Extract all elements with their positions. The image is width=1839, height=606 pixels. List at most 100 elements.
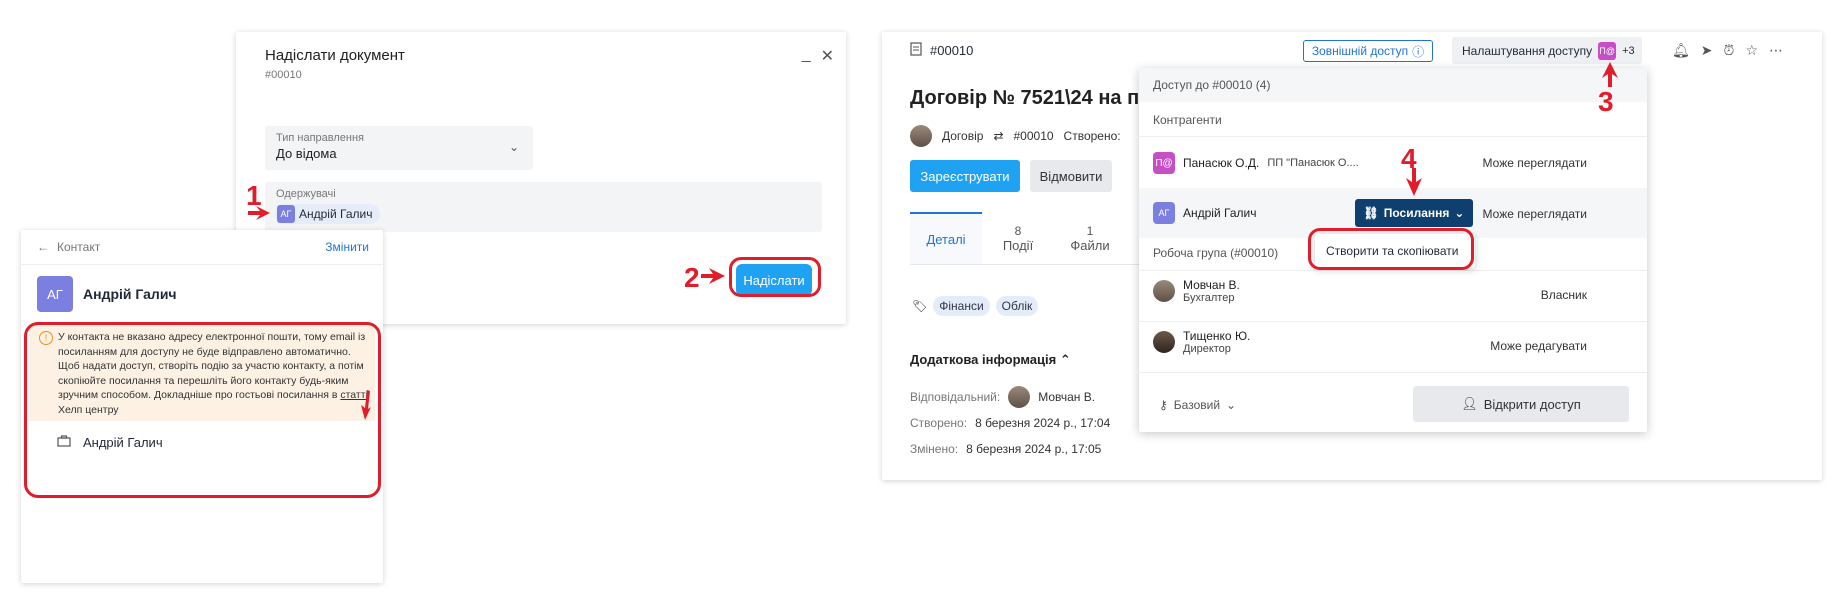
header-actions: 🔔︎ ➤ ⏰︎ ☆ ⋯ <box>1672 42 1783 59</box>
key-icon: ⚷ <box>1159 398 1168 412</box>
divider <box>1139 270 1647 271</box>
dialog-window-controls: _ ✕ <box>802 46 834 66</box>
link-button-label: Посилання <box>1383 206 1450 220</box>
warning-highlight <box>24 322 381 498</box>
member-avatar <box>1153 280 1175 302</box>
member-permission[interactable]: Власник <box>1541 288 1587 302</box>
modified-label: Змінено: <box>910 442 959 456</box>
doc-number: #00010 <box>930 43 974 58</box>
link-button[interactable]: ⛓︎ Посилання ⌄ <box>1355 199 1473 227</box>
contractors-section-title: Контрагенти <box>1153 113 1222 127</box>
send-button-highlight <box>729 257 821 297</box>
marker-4-arrow <box>1406 168 1422 196</box>
tab-label: Деталі <box>926 231 966 247</box>
contact-back-label: Контакт <box>57 240 101 254</box>
access-settings-label: Налаштування доступу <box>1462 43 1593 58</box>
modified-row: Змінено: 8 березня 2024 р., 17:05 <box>910 442 1101 456</box>
external-access-label: Зовнішній доступ <box>1311 44 1409 58</box>
register-button[interactable]: Зареєструвати <box>910 160 1020 192</box>
create-copy-highlight <box>1308 228 1474 270</box>
responsible-avatar <box>1008 386 1031 408</box>
owner-avatar <box>910 125 932 147</box>
refresh-icon[interactable]: ⇄ <box>993 129 1003 143</box>
minimize-icon[interactable]: _ <box>802 46 811 66</box>
tab-files[interactable]: 1 Файли <box>1054 212 1126 264</box>
direction-type-value: До відома <box>276 146 337 161</box>
divider <box>1139 136 1647 137</box>
tags: 🏷︎ Фінанси Облік <box>912 296 1039 316</box>
recipients-field[interactable]: Одержувачі АГ Андрій Галич <box>265 182 822 232</box>
marker-2: 2 <box>684 262 700 293</box>
contractor-avatar: П@ <box>1153 152 1175 174</box>
contact-name: Андрій Галич <box>83 286 177 302</box>
back-to-contact[interactable]: ← Контакт <box>37 240 100 254</box>
decline-button[interactable]: Відмовити <box>1030 160 1112 192</box>
info-icon: ⓘ <box>1412 44 1425 59</box>
member-row: Тищенко Ю. Директор <box>1153 329 1250 355</box>
add-user-icon: 👤︎ <box>1461 396 1478 411</box>
direction-type-label: Тип направлення <box>276 132 365 144</box>
meta-number: #00010 <box>1013 129 1054 143</box>
tab-events[interactable]: 8 Події <box>982 212 1054 264</box>
modified-value: 8 березня 2024 р., 17:05 <box>966 442 1102 456</box>
contractor-row: П@ Панасюк О.Д. ПП "Панасюк О.... <box>1153 152 1359 174</box>
arrow-left-icon: ← <box>37 240 49 254</box>
tag-icon: 🏷︎ <box>912 299 928 313</box>
contact-row: АГ Андрій Галич <box>1153 202 1256 224</box>
base-access-select[interactable]: ⚷ Базовий ⌄ <box>1159 398 1236 412</box>
chevron-up-icon: ⌃ <box>1059 352 1071 367</box>
external-access-button[interactable]: Зовнішній доступ ⓘ <box>1303 40 1433 62</box>
tag-item[interactable]: Облік <box>995 296 1039 316</box>
change-contact-link[interactable]: Змінити <box>325 240 369 254</box>
member-info: Мовчан В. Бухгалтер <box>1183 278 1240 304</box>
open-access-label: Відкрити доступ <box>1483 396 1581 412</box>
tab-details[interactable]: Деталі <box>910 212 982 264</box>
open-access-button[interactable]: 👤︎ Відкрити доступ <box>1413 386 1629 422</box>
recipient-chip[interactable]: АГ Андрій Галич <box>275 204 381 224</box>
document-type: Договір <box>942 129 984 143</box>
base-access-label: Базовий <box>1173 398 1221 412</box>
contact-permission[interactable]: Може переглядати <box>1483 207 1587 221</box>
chevron-down-icon: ⌄ <box>1454 206 1465 220</box>
alarm-icon[interactable]: ⏰︎ <box>1724 42 1735 59</box>
meta-created: Створено: <box>1063 129 1121 143</box>
additional-info-label: Додаткова інформація <box>910 352 1057 367</box>
tabs-divider <box>910 264 1140 265</box>
tag-item[interactable]: Фінанси <box>933 296 990 316</box>
bell-icon[interactable]: 🔔︎ <box>1672 42 1690 59</box>
tab-label: Файли <box>1070 237 1110 253</box>
access-avatar: П@ <box>1598 41 1617 60</box>
star-icon[interactable]: ☆ <box>1745 42 1758 59</box>
recipients-label: Одержувачі <box>276 188 336 200</box>
tab-label: Події <box>1002 237 1034 253</box>
member-row: Мовчан В. Бухгалтер <box>1153 278 1240 304</box>
close-icon[interactable]: ✕ <box>821 46 834 66</box>
direction-type-select[interactable]: Тип направлення До відома ⌄ <box>265 126 533 170</box>
member-info: Тищенко Ю. Директор <box>1183 329 1250 355</box>
contact-row-avatar: АГ <box>1153 202 1175 224</box>
additional-info-header[interactable]: Додаткова інформація ⌃ <box>910 352 1071 368</box>
document-icon <box>910 42 922 59</box>
link-icon: ⛓︎ <box>1363 206 1379 220</box>
access-extra-count: +3 <box>1622 44 1635 57</box>
member-name: Мовчан В. <box>1183 278 1240 292</box>
member-permission[interactable]: Може редагувати <box>1490 339 1587 353</box>
chevron-down-icon: ⌄ <box>1226 398 1237 412</box>
contact-row-name: Андрій Галич <box>1183 206 1257 220</box>
workgroup-section-title: Робоча група (#00010) <box>1153 246 1279 260</box>
divider <box>21 264 383 265</box>
member-name: Тищенко Ю. <box>1183 329 1251 343</box>
tab-count: 8 <box>1014 223 1022 238</box>
responsible-row: Відповідальний: Мовчан В. <box>910 386 1095 408</box>
more-icon[interactable]: ⋯ <box>1769 42 1783 59</box>
member-role: Директор <box>1183 343 1231 355</box>
marker-3-arrow <box>1602 62 1618 87</box>
document-title: Договір № 7521\24 на пост <box>910 87 1138 109</box>
contractor-name: Панасюк О.Д. <box>1183 156 1260 170</box>
send-icon[interactable]: ➤ <box>1701 42 1713 59</box>
created-value: 8 березня 2024 р., 17:04 <box>975 416 1111 430</box>
recipient-avatar: АГ <box>277 205 295 223</box>
marker-2-arrow <box>701 268 725 284</box>
contractor-permission[interactable]: Може переглядати <box>1483 156 1587 170</box>
member-avatar <box>1153 331 1175 353</box>
